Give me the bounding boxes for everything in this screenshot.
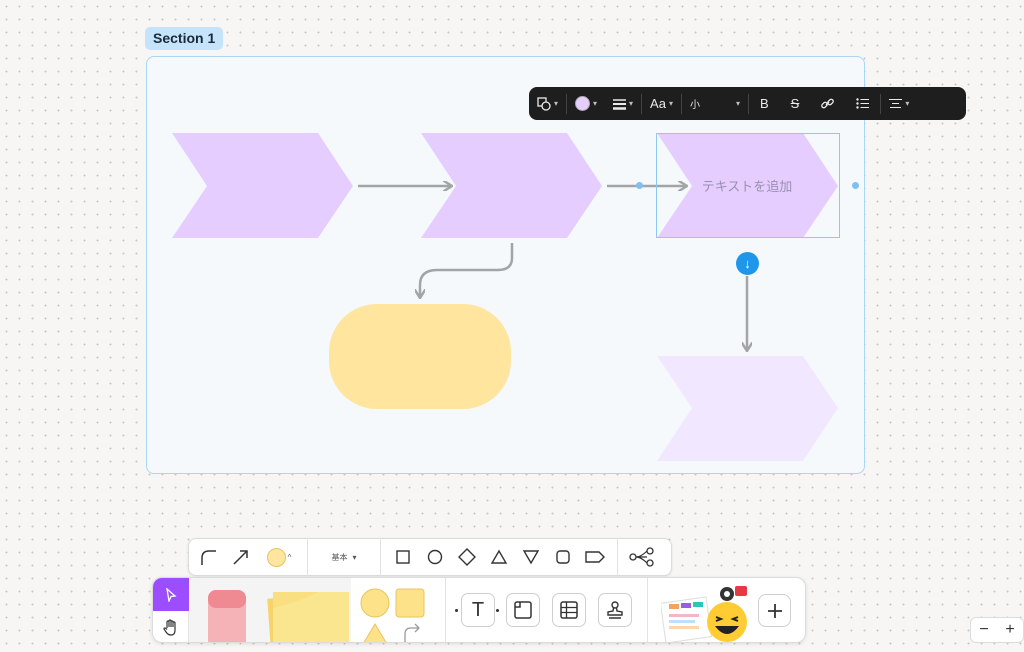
chevron-up-icon: ^ (287, 552, 292, 562)
shape-diamond-button[interactable] (451, 541, 483, 573)
format-toolbar: ▾ ▾ ▾ Aa ▾ 小 ▾ B S ▾ (529, 87, 966, 120)
font-dropdown[interactable]: Aa ▾ (642, 87, 681, 120)
chevron-tag-icon (585, 551, 605, 563)
mindmap-button[interactable] (624, 541, 660, 573)
line-style-dropdown[interactable]: 基本 ▾ (314, 541, 374, 573)
chevron-shape-ghost (657, 356, 838, 461)
section-tool-button[interactable] (506, 593, 540, 627)
triangle-down-icon (522, 550, 540, 565)
pointer-icon (166, 587, 177, 602)
main-toolbar: T (152, 577, 806, 643)
chevron-down-icon: ▾ (668, 99, 673, 108)
shape-toolbar: ^ 基本 ▾ (188, 538, 672, 576)
add-more-tools-button[interactable] (758, 594, 791, 627)
circle-icon (427, 549, 443, 565)
triangle-icon (490, 549, 508, 564)
stroke-weight-icon (613, 98, 627, 110)
shape-type-dropdown[interactable]: ▾ (529, 87, 566, 120)
chevron-down-icon: ▾ (554, 99, 559, 108)
shape-rounded-square-button[interactable] (547, 541, 579, 573)
shape-triangle-button[interactable] (483, 541, 515, 573)
plus-icon (767, 603, 782, 618)
straight-arrow-button[interactable] (225, 541, 257, 573)
mindmap-icon (629, 547, 654, 567)
table-icon (560, 601, 578, 619)
add-next-shape-button[interactable]: ↓ (736, 252, 759, 275)
text-tool-dot-right (496, 609, 499, 612)
shapes-tool[interactable] (357, 586, 437, 643)
shape-chevron-tag-button[interactable] (579, 541, 611, 573)
connection-handle-left[interactable] (636, 182, 643, 189)
diamond-icon (458, 548, 476, 566)
shape-triangle-down-button[interactable] (515, 541, 547, 573)
shapes-icon (537, 96, 551, 111)
rounded-square-icon (556, 550, 570, 564)
zoom-in-button[interactable]: + (1005, 621, 1014, 639)
table-tool-button[interactable] (552, 593, 586, 627)
chevron-down-icon: ▾ (735, 99, 740, 108)
sticky-notes-tool[interactable] (259, 588, 351, 643)
stroke-dropdown[interactable]: ▾ (605, 87, 641, 120)
text-tool-button[interactable]: T (461, 593, 495, 627)
fill-color-swatch (266, 547, 286, 567)
divider (445, 578, 446, 642)
font-size-dropdown[interactable]: 小 ▾ (682, 87, 748, 120)
zoom-out-button[interactable]: − (979, 621, 988, 639)
strikethrough-button[interactable]: S (780, 87, 811, 120)
stamp-icon (607, 601, 623, 619)
bulleted-list-icon (856, 98, 870, 109)
divider (647, 578, 648, 642)
templates-widgets-tool[interactable] (661, 584, 751, 643)
list-button[interactable] (845, 87, 880, 120)
font-label: Aa (650, 96, 666, 111)
zoom-control: − + (970, 617, 1024, 643)
elbow-connector-icon (201, 550, 216, 565)
font-size-label: 小 (689, 100, 700, 111)
shape-square-button[interactable] (387, 541, 419, 573)
link-icon (821, 98, 835, 109)
straight-arrow-icon (233, 550, 248, 565)
stamp-tool-button[interactable] (598, 593, 632, 627)
chevron-shape-1[interactable] (172, 133, 353, 238)
align-center-icon (889, 99, 903, 108)
selection-box[interactable] (656, 133, 840, 238)
bold-label: B (759, 96, 769, 111)
strikethrough-icon: S (790, 96, 800, 111)
hand-mode-button[interactable] (153, 611, 189, 642)
hand-icon (163, 619, 176, 636)
text-tool-label: T (471, 598, 485, 621)
align-dropdown[interactable]: ▾ (881, 87, 917, 120)
connector-arrow-3[interactable] (420, 243, 514, 297)
select-mode-button[interactable] (153, 578, 189, 611)
chevron-down-icon: ▾ (352, 552, 357, 562)
chevron-down-icon: ▾ (593, 99, 598, 108)
square-icon (396, 550, 410, 564)
section-frame-icon (514, 601, 532, 619)
link-button[interactable] (810, 87, 845, 120)
shape-circle-button[interactable] (419, 541, 451, 573)
fill-color-dropdown[interactable]: ▾ (567, 87, 605, 120)
line-style-label: 基本 (331, 552, 348, 562)
marker-tool[interactable] (205, 590, 249, 643)
chevron-down-icon: ▾ (905, 99, 910, 108)
text-tool-dot-left (455, 609, 458, 612)
shape-fill-color-button[interactable]: ^ (257, 541, 301, 573)
connection-handle-right[interactable] (852, 182, 859, 189)
fill-color-swatch (575, 96, 591, 111)
bold-button[interactable]: B (749, 87, 780, 120)
chevron-down-icon: ▾ (629, 99, 634, 108)
elbow-connector-button[interactable] (193, 541, 225, 573)
rounded-rect-shape[interactable] (329, 304, 511, 409)
mode-switcher (153, 578, 189, 642)
